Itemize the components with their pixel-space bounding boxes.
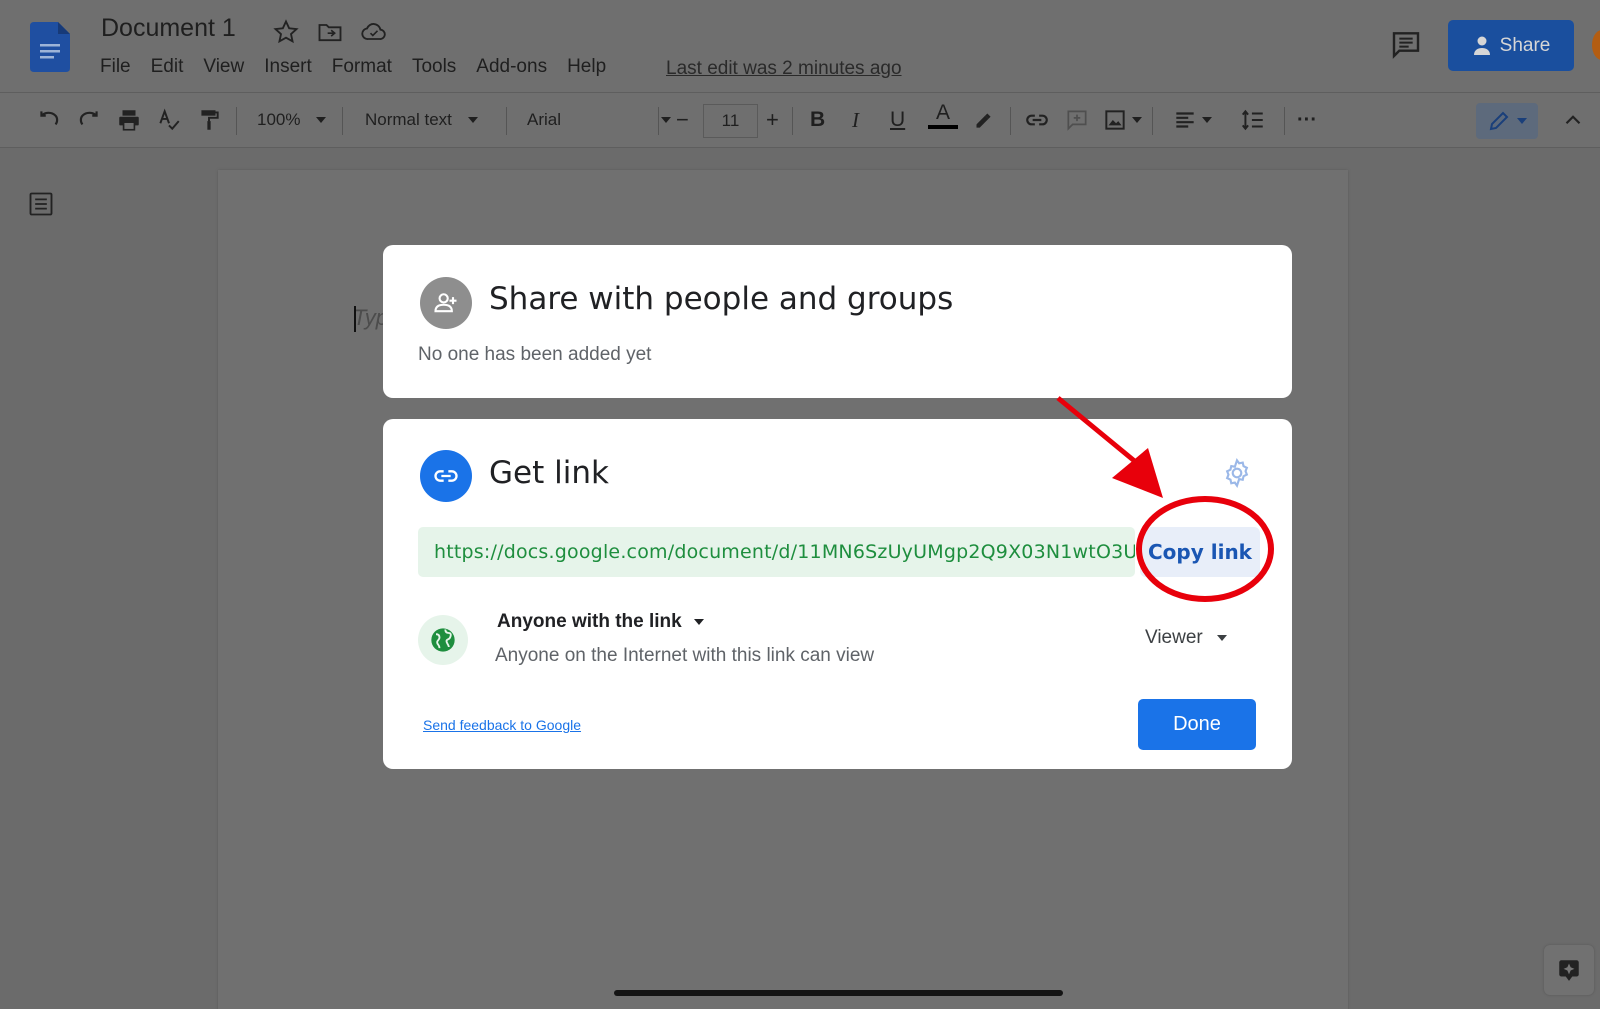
link-settings-gear-icon[interactable]	[1221, 457, 1253, 489]
image-icon	[1105, 110, 1125, 130]
app-header: Document 1 File Edit View Insert Format …	[0, 0, 1600, 92]
paragraph-style-select[interactable]: Normal text	[365, 105, 478, 135]
insert-link-icon[interactable]	[1024, 105, 1050, 135]
align-button[interactable]	[1172, 105, 1212, 135]
zoom-value: 100%	[257, 110, 301, 129]
redo-icon[interactable]	[76, 105, 102, 135]
get-link-title: Get link	[489, 455, 609, 491]
send-feedback-link[interactable]: Send feedback to Google	[423, 717, 581, 733]
paint-format-icon[interactable]	[196, 105, 222, 135]
text-cursor	[354, 306, 356, 332]
cloud-saved-icon[interactable]	[360, 18, 388, 46]
align-left-icon	[1176, 112, 1194, 128]
italic-button[interactable]: I	[852, 105, 859, 135]
link-access-description: Anyone on the Internet with this link ca…	[495, 645, 875, 666]
chevron-down-icon	[1202, 117, 1212, 123]
collapse-chevron-up-icon[interactable]	[1560, 105, 1586, 135]
text-color-letter: A	[935, 101, 950, 124]
menu-file[interactable]: File	[100, 56, 131, 78]
role-dropdown[interactable]: Viewer	[1145, 627, 1227, 649]
link-access-label: Anyone with the link	[497, 611, 682, 632]
copy-link-button[interactable]: Copy link	[1140, 527, 1260, 577]
menu-edit[interactable]: Edit	[151, 56, 184, 78]
avatar[interactable]	[1592, 30, 1600, 60]
share-url-field[interactable]: https://docs.google.com/document/d/11MN6…	[418, 527, 1135, 577]
explore-button[interactable]	[1544, 945, 1594, 995]
spellcheck-icon[interactable]	[156, 105, 182, 135]
done-button[interactable]: Done	[1138, 699, 1256, 750]
person-lock-icon	[1473, 36, 1490, 55]
share-button-label: Share	[1499, 34, 1551, 56]
insert-image-button[interactable]	[1102, 105, 1142, 135]
document-outline-icon[interactable]	[27, 190, 55, 218]
move-to-folder-icon[interactable]	[316, 18, 344, 46]
formatting-toolbar: 100% Normal text Arial − 11 + B I U A ··…	[0, 92, 1600, 148]
menu-insert[interactable]: Insert	[264, 56, 312, 78]
editing-mode-button[interactable]	[1476, 103, 1538, 139]
get-link-card: Get link https://docs.google.com/documen…	[383, 419, 1292, 769]
chevron-down-icon	[1216, 635, 1227, 641]
print-icon[interactable]	[116, 105, 142, 135]
font-select[interactable]: Arial	[527, 105, 672, 135]
chevron-down-icon	[1132, 117, 1142, 123]
chevron-down-icon	[693, 619, 704, 625]
menu-bar: File Edit View Insert Format Tools Add-o…	[100, 56, 606, 78]
add-person-icon	[420, 277, 472, 329]
chevron-down-icon	[316, 117, 327, 123]
globe-icon	[418, 615, 468, 665]
highlight-icon[interactable]	[970, 105, 996, 135]
link-icon	[420, 450, 472, 502]
role-value: Viewer	[1145, 627, 1203, 648]
decrease-font-size-button[interactable]: −	[676, 105, 689, 135]
text-color-button[interactable]: A	[928, 101, 958, 137]
home-indicator-bar[interactable]	[614, 990, 1063, 996]
document-title[interactable]: Document 1	[101, 14, 236, 43]
share-button[interactable]: Share	[1448, 20, 1574, 71]
share-card-subtitle: No one has been added yet	[418, 344, 652, 365]
font-size-input[interactable]: 11	[703, 104, 758, 138]
menu-addons[interactable]: Add-ons	[476, 56, 547, 78]
menu-format[interactable]: Format	[332, 56, 392, 78]
comment-history-icon[interactable]	[1390, 28, 1422, 60]
text-color-swatch	[928, 125, 958, 129]
line-spacing-icon[interactable]	[1240, 105, 1266, 135]
menu-tools[interactable]: Tools	[412, 56, 456, 78]
star-icon[interactable]	[272, 18, 300, 46]
last-edit-link[interactable]: Last edit was 2 minutes ago	[666, 58, 902, 80]
link-access-dropdown[interactable]: Anyone with the link	[497, 611, 704, 633]
docs-logo-icon[interactable]	[30, 22, 70, 72]
add-comment-icon[interactable]	[1064, 105, 1090, 135]
pencil-icon	[1489, 111, 1509, 131]
explore-star-icon	[1559, 960, 1579, 981]
menu-view[interactable]: View	[203, 56, 244, 78]
share-people-card: Share with people and groups No one has …	[383, 245, 1292, 398]
share-card-title: Share with people and groups	[489, 281, 954, 317]
chevron-down-icon	[1517, 118, 1527, 124]
underline-button[interactable]: U	[890, 105, 905, 135]
chevron-down-icon	[661, 117, 672, 123]
chevron-down-icon	[467, 117, 478, 123]
increase-font-size-button[interactable]: +	[766, 105, 779, 135]
paragraph-style-value: Normal text	[365, 110, 452, 129]
undo-icon[interactable]	[36, 105, 62, 135]
font-value: Arial	[527, 110, 562, 129]
more-options-button[interactable]: ···	[1297, 105, 1317, 135]
menu-help[interactable]: Help	[567, 56, 606, 78]
bold-button[interactable]: B	[810, 105, 825, 135]
zoom-select[interactable]: 100%	[257, 105, 327, 135]
